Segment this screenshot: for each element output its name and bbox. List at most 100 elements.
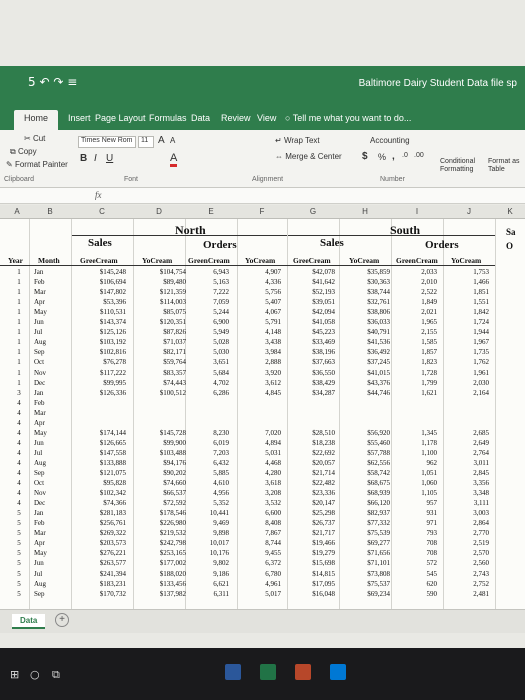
month-cell[interactable]: Aug <box>34 579 64 589</box>
south-greencream-orders-cell[interactable]: 1,105 <box>403 488 437 498</box>
north-greencream-sales-cell[interactable]: $276,221 <box>82 548 126 558</box>
outlook-app-icon[interactable] <box>330 664 346 680</box>
month-cell[interactable]: Jul <box>34 569 64 579</box>
north-yocream-sales-cell[interactable]: $94,176 <box>144 458 186 468</box>
tell-me-search[interactable]: ○ Tell me what you want to do... <box>285 113 411 123</box>
worksheet-grid[interactable]: North South Sales Orders Sales Orders Sa… <box>0 219 525 609</box>
month-cell[interactable]: Dec <box>34 378 64 388</box>
south-yocream-sales-cell[interactable]: $56,920 <box>350 428 390 438</box>
south-greencream-orders-cell[interactable]: 1,621 <box>403 388 437 398</box>
south-greencream-sales-cell[interactable]: $28,510 <box>295 428 335 438</box>
north-yocream-sales-cell[interactable]: $85,075 <box>144 307 186 317</box>
year-cell[interactable]: 5 <box>12 569 26 579</box>
north-greencream-sales-cell[interactable]: $183,231 <box>82 579 126 589</box>
north-yocream-orders-cell[interactable]: 5,791 <box>247 317 281 327</box>
north-greencream-orders-cell[interactable]: 5,684 <box>195 368 229 378</box>
task-view-icon[interactable]: ⧉ <box>52 668 60 682</box>
year-cell[interactable]: 1 <box>12 357 26 367</box>
percent-button[interactable]: % <box>378 152 386 162</box>
south-greencream-sales-cell[interactable]: $36,550 <box>295 368 335 378</box>
south-greencream-sales-cell[interactable]: $15,698 <box>295 558 335 568</box>
column-header-e[interactable]: E <box>185 207 237 216</box>
month-cell[interactable]: Jan <box>34 388 64 398</box>
month-cell[interactable]: May <box>34 548 64 558</box>
north-greencream-sales-cell[interactable]: $95,828 <box>82 478 126 488</box>
year-cell[interactable]: 1 <box>12 277 26 287</box>
south-yocream-orders-cell[interactable]: 2,685 <box>455 428 489 438</box>
month-cell[interactable]: Jul <box>34 327 64 337</box>
year-cell[interactable]: 5 <box>12 579 26 589</box>
north-yocream-sales-cell[interactable]: $87,826 <box>144 327 186 337</box>
month-cell[interactable]: Jan <box>34 267 64 277</box>
north-yocream-orders-cell[interactable]: 3,438 <box>247 337 281 347</box>
south-yocream-orders-cell[interactable]: 3,011 <box>455 458 490 468</box>
north-yocream-orders-cell[interactable]: 3,612 <box>247 378 281 388</box>
north-yocream-orders-cell[interactable]: 6,372 <box>247 558 281 568</box>
year-cell[interactable]: 4 <box>12 498 26 508</box>
north-yocream-orders-cell[interactable]: 3,618 <box>247 478 281 488</box>
month-cell[interactable]: Feb <box>34 277 64 287</box>
windows-start-icon[interactable]: ⊞ <box>10 668 19 681</box>
tab-data[interactable]: Data <box>191 113 210 123</box>
north-greencream-sales-cell[interactable]: $106,694 <box>82 277 126 287</box>
south-yocream-sales-cell[interactable]: $71,656 <box>350 548 390 558</box>
south-greencream-sales-cell[interactable]: $41,058 <box>295 317 335 327</box>
north-yocream-orders-cell[interactable]: 2,888 <box>247 357 281 367</box>
south-greencream-sales-cell[interactable]: $34,287 <box>295 388 335 398</box>
south-yocream-orders-cell[interactable]: 1,842 <box>455 307 489 317</box>
north-yocream-orders-cell[interactable]: 4,907 <box>247 267 281 277</box>
north-greencream-orders-cell[interactable]: 10,017 <box>195 538 229 548</box>
south-greencream-orders-cell[interactable]: 2,033 <box>403 267 437 277</box>
south-yocream-orders-cell[interactable]: 2,164 <box>455 388 489 398</box>
north-greencream-sales-cell[interactable]: $147,558 <box>82 448 126 458</box>
south-greencream-orders-cell[interactable]: 545 <box>403 569 438 579</box>
south-yocream-orders-cell[interactable]: 3,348 <box>455 488 489 498</box>
north-yocream-orders-cell[interactable]: 8,408 <box>247 518 281 528</box>
south-yocream-sales-cell[interactable]: $73,808 <box>350 569 390 579</box>
number-format-select[interactable]: Accounting <box>370 136 410 145</box>
north-yocream-orders-cell[interactable]: 4,845 <box>247 388 281 398</box>
south-greencream-sales-cell[interactable]: $19,466 <box>295 538 335 548</box>
tab-insert[interactable]: Insert <box>68 113 91 123</box>
column-header-j[interactable]: J <box>443 207 495 216</box>
north-greencream-orders-cell[interactable]: 5,949 <box>195 327 229 337</box>
north-greencream-sales-cell[interactable]: $241,394 <box>82 569 126 579</box>
south-yocream-orders-cell[interactable]: 1,735 <box>455 347 489 357</box>
year-cell[interactable]: 1 <box>12 337 26 347</box>
north-yocream-orders-cell[interactable]: 4,148 <box>247 327 281 337</box>
north-greencream-sales-cell[interactable]: $263,577 <box>82 558 126 568</box>
north-greencream-orders-cell[interactable]: 7,203 <box>195 448 229 458</box>
south-yocream-orders-cell[interactable]: 1,724 <box>455 317 489 327</box>
south-greencream-sales-cell[interactable]: $22,482 <box>295 478 335 488</box>
north-yocream-sales-cell[interactable]: $121,359 <box>144 287 186 297</box>
north-yocream-orders-cell[interactable]: 7,867 <box>247 528 281 538</box>
south-greencream-orders-cell[interactable]: 708 <box>403 548 438 558</box>
year-cell[interactable]: 4 <box>12 408 26 418</box>
south-greencream-sales-cell[interactable]: $18,238 <box>295 438 335 448</box>
north-greencream-orders-cell[interactable]: 7,222 <box>195 287 229 297</box>
column-header-i[interactable]: I <box>391 207 443 216</box>
north-greencream-orders-cell[interactable]: 10,441 <box>195 508 229 518</box>
year-cell[interactable]: 1 <box>12 347 26 357</box>
column-header-g[interactable]: G <box>287 207 339 216</box>
north-yocream-orders-cell[interactable]: 3,920 <box>247 368 281 378</box>
south-yocream-orders-cell[interactable]: 3,111 <box>455 498 489 508</box>
north-greencream-orders-cell[interactable]: 9,469 <box>195 518 229 528</box>
year-cell[interactable]: 5 <box>12 508 26 518</box>
font-name-select[interactable]: Times New Rom <box>78 136 136 148</box>
comma-button[interactable]: , <box>392 151 395 162</box>
south-greencream-sales-cell[interactable]: $22,692 <box>295 448 335 458</box>
month-cell[interactable]: Jun <box>34 317 64 327</box>
year-cell[interactable]: 4 <box>12 458 26 468</box>
north-greencream-orders-cell[interactable]: 6,286 <box>195 388 229 398</box>
tab-home[interactable]: Home <box>14 110 59 130</box>
year-cell[interactable]: 4 <box>12 448 26 458</box>
south-yocream-orders-cell[interactable]: 1,851 <box>455 287 489 297</box>
south-greencream-orders-cell[interactable]: 1,799 <box>403 378 437 388</box>
south-greencream-orders-cell[interactable]: 1,100 <box>403 448 437 458</box>
decrease-decimal-button[interactable]: .00 <box>414 152 424 159</box>
shrink-font-button[interactable]: A <box>170 136 175 145</box>
south-greencream-sales-cell[interactable]: $42,078 <box>295 267 335 277</box>
south-yocream-orders-cell[interactable]: 1,944 <box>455 327 489 337</box>
north-greencream-orders-cell[interactable]: 6,900 <box>195 317 229 327</box>
